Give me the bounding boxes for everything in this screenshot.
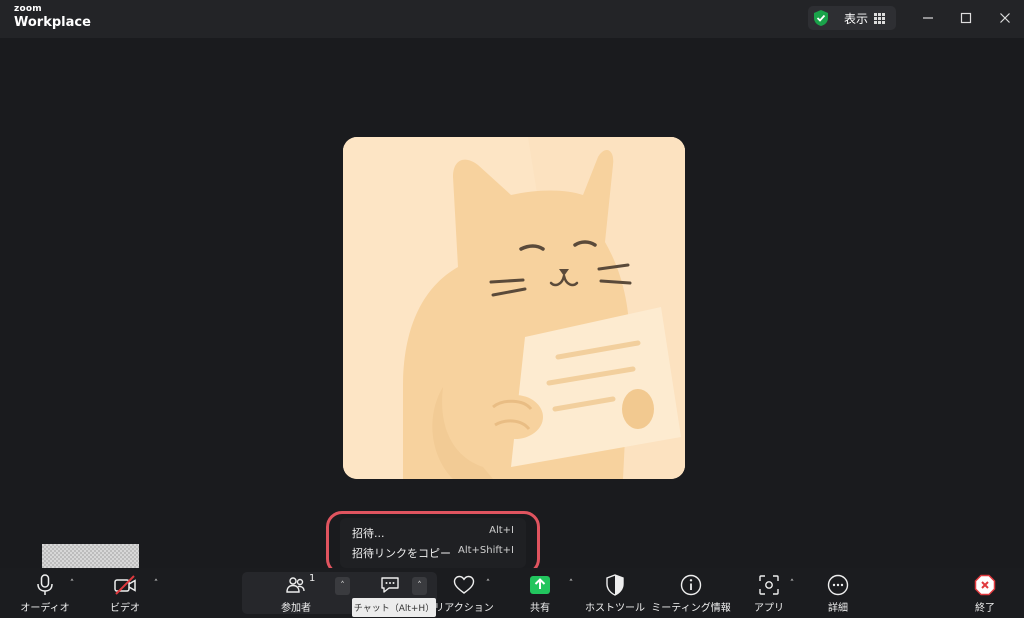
- view-button[interactable]: 表示: [808, 6, 896, 30]
- grid-icon: [874, 12, 886, 24]
- audio-options-caret[interactable]: ˄: [66, 578, 78, 590]
- host-tools-label: ホストツール: [585, 603, 645, 614]
- chat-tooltip: チャット（Alt+H）: [352, 598, 436, 617]
- minimize-button[interactable]: [917, 8, 939, 28]
- close-icon: [1000, 13, 1010, 23]
- end-label: 終了: [975, 603, 995, 614]
- participant-avatar: [343, 137, 685, 479]
- meeting-info-label: ミーティング情報: [651, 603, 731, 614]
- app-logo: zoom Workplace: [14, 4, 91, 30]
- maximize-button[interactable]: [955, 8, 977, 28]
- participants-label: 参加者: [281, 603, 311, 614]
- close-button[interactable]: [994, 8, 1016, 28]
- participants-options-caret[interactable]: ˄: [335, 577, 350, 595]
- apps-label: アプリ: [754, 603, 784, 614]
- participants-count: 1: [309, 573, 316, 584]
- more-icon: [827, 574, 849, 596]
- reactions-options-caret[interactable]: ˄: [482, 578, 494, 590]
- cat-illustration: [343, 137, 685, 479]
- video-off-icon: [114, 575, 136, 595]
- self-view-thumbnail[interactable]: [42, 544, 139, 568]
- video-options-caret[interactable]: ˄: [150, 578, 162, 590]
- minimize-icon: [923, 17, 933, 19]
- more-button[interactable]: 詳細: [815, 574, 861, 614]
- reactions-label: リアクション: [434, 603, 494, 614]
- shield-icon: [814, 10, 828, 26]
- share-button[interactable]: 共有: [517, 574, 563, 614]
- chat-icon: [381, 577, 399, 593]
- info-icon: [680, 574, 702, 596]
- highlight-outline: [326, 511, 540, 575]
- chat-options-caret[interactable]: ˄: [412, 577, 427, 595]
- title-bar: zoom Workplace 表示: [0, 0, 1024, 38]
- participants-button[interactable]: 1 参加者: [273, 573, 319, 614]
- audio-label: オーディオ: [20, 603, 70, 614]
- microphone-icon: [37, 574, 53, 595]
- host-tools-button[interactable]: ホストツール: [585, 574, 645, 614]
- meeting-toolbar: オーディオ ˄ ビデオ ˄ 1 参加者 ˄ ˄ リアクション ˄ 共有 ˄ ホス…: [0, 568, 1024, 618]
- video-label: ビデオ: [110, 603, 140, 614]
- share-icon: [530, 576, 550, 594]
- video-button[interactable]: ビデオ: [102, 574, 148, 614]
- share-options-caret[interactable]: ˄: [565, 578, 577, 590]
- share-label: 共有: [530, 603, 550, 614]
- brand-small: zoom: [14, 4, 42, 14]
- view-label: 表示: [844, 11, 869, 26]
- end-button[interactable]: 終了: [962, 574, 1008, 614]
- meeting-info-button[interactable]: ミーティング情報: [651, 574, 731, 614]
- end-meeting-icon: [974, 574, 996, 596]
- more-label: 詳細: [828, 603, 848, 614]
- participants-icon: [286, 577, 305, 593]
- brand-name: Workplace: [14, 15, 91, 30]
- apps-options-caret[interactable]: ˄: [786, 578, 798, 590]
- heart-icon: [453, 575, 475, 594]
- audio-button[interactable]: オーディオ: [20, 574, 70, 614]
- maximize-icon: [960, 12, 972, 24]
- shield-icon: [606, 574, 624, 596]
- apps-icon: [759, 575, 779, 595]
